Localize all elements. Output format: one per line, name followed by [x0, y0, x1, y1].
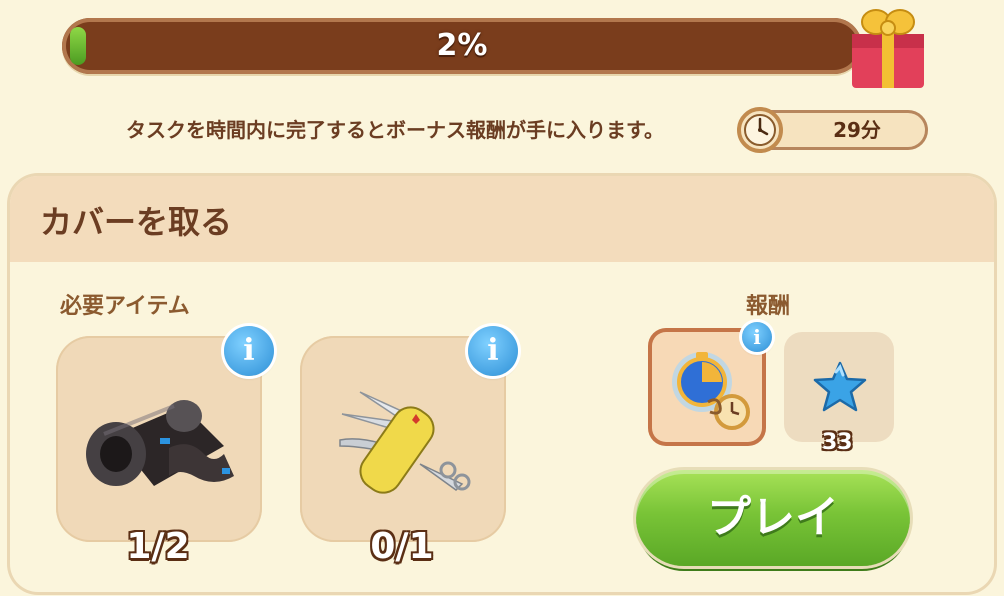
reward-count: 33 [822, 430, 853, 455]
required-items-label: 必要アイテム [60, 294, 190, 319]
play-button[interactable]: プレイ [636, 470, 910, 566]
black-tape-roll-icon [86, 400, 234, 486]
info-icon[interactable]: i [224, 326, 274, 376]
clock-icon [737, 107, 783, 153]
timer-remaining: 29分 [833, 118, 881, 142]
gift-box-icon[interactable] [842, 0, 932, 90]
item-count: 0/1 [370, 526, 434, 567]
task-progress-bar: 2% [62, 18, 862, 74]
info-icon[interactable]: i [742, 322, 772, 352]
timer-booster-icon [672, 352, 750, 430]
timer-pill: 29分 [737, 107, 928, 153]
info-icon[interactable]: i [468, 326, 518, 376]
rewards-label: 報酬 [746, 294, 791, 319]
bonus-hint-text: タスクを時間内に完了するとボーナス報酬が手に入ります。 [126, 118, 664, 142]
blue-star-icon [813, 361, 867, 412]
progress-label: 2% [436, 28, 488, 63]
pocket-knife-icon [339, 391, 471, 494]
panel-header: カバーを取る [10, 176, 994, 262]
reward-blue-star[interactable] [784, 332, 894, 442]
panel-title: カバーを取る [40, 203, 233, 241]
item-count: 1/2 [126, 526, 190, 567]
